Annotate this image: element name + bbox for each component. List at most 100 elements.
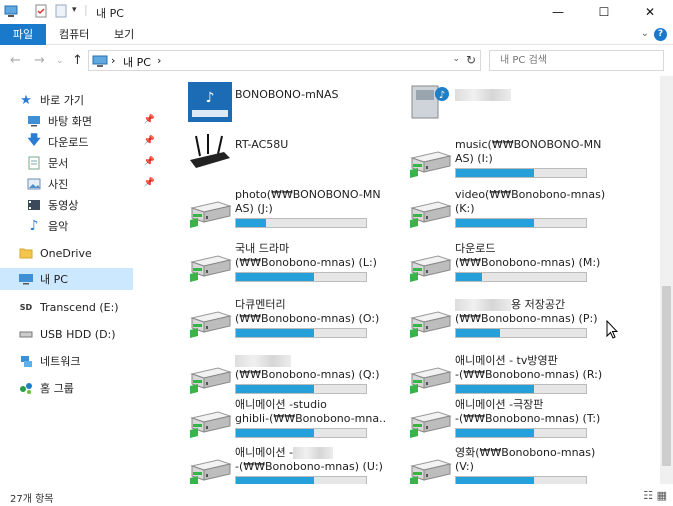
capacity-bar — [235, 476, 367, 484]
expand-ribbon-icon[interactable]: ⌄ — [641, 28, 649, 39]
nav-item-desktop[interactable]: 바탕 화면 📌 — [26, 110, 159, 132]
network-drive-item[interactable]: music(₩₩BONOBONO-MN AS) (I:) — [398, 130, 608, 180]
router-item[interactable]: RT-AC58U — [178, 130, 388, 180]
tab-view[interactable]: 보기 — [104, 24, 144, 45]
media-item[interactable]: ♪ — [398, 80, 608, 130]
pin-icon[interactable]: 📌 — [144, 178, 155, 188]
network-icon — [18, 353, 34, 369]
item-label: RT-AC58U — [235, 138, 387, 152]
nas-item[interactable]: ♪ BONOBONO-mNAS — [178, 80, 388, 130]
status-bar: 27개 항목 ☷ ▦ — [0, 484, 673, 506]
capacity-bar — [455, 218, 587, 228]
navigation-pane: ★ 바로 가기 바탕 화면 📌 🡇 다운로드 📌 문서 📌 사진 📌 동영상 ♪… — [0, 84, 170, 484]
mouse-cursor-icon — [606, 320, 618, 339]
nav-onedrive[interactable]: OneDrive — [18, 242, 151, 264]
item-label-line1: 애니메이션 - — [235, 446, 387, 460]
nav-usb-drive[interactable]: USB HDD (D:) — [18, 323, 151, 345]
network-drive-item[interactable]: 다큐멘터리 (₩₩Bonobono-mnas) (O:) — [178, 290, 388, 340]
item-label: 애니메이션 -극장판 -(₩₩Bonobono-mnas) (T:) — [455, 398, 607, 426]
nav-item-downloads[interactable]: 🡇 다운로드 📌 — [26, 131, 159, 153]
nav-label: USB HDD (D:) — [40, 327, 116, 341]
network-drive-item[interactable]: 애니메이션 -극장판 -(₩₩Bonobono-mnas) (T:) — [398, 390, 608, 440]
item-label-text: 국내 드라마 — [235, 242, 290, 255]
refresh-icon[interactable]: ↻ — [466, 53, 476, 67]
network-drive-icon — [188, 248, 232, 284]
item-label — [455, 88, 607, 102]
forward-arrow-icon[interactable]: → — [34, 53, 45, 68]
network-drive-item[interactable]: 영화(₩₩Bonobono-mnas) (V:) — [398, 438, 608, 484]
network-drive-item[interactable]: video(₩₩Bonobono-mnas) (K:) — [398, 180, 608, 230]
close-button[interactable]: ✕ — [627, 0, 673, 24]
pin-icon[interactable]: 📌 — [144, 136, 155, 146]
redacted-text — [455, 299, 511, 311]
new-folder-icon[interactable] — [54, 4, 68, 18]
item-label-line2: -(₩₩Bonobono-mnas) (R:) — [455, 368, 603, 381]
address-bar[interactable]: › 내 PC › ⌄ ↻ — [88, 50, 481, 71]
properties-icon[interactable] — [34, 4, 48, 18]
item-label-line1: video(₩₩Bonobono-mnas) — [455, 188, 607, 202]
network-drive-item[interactable]: 애니메이션 -studio ghibli-(₩₩Bonobono-mna... — [178, 390, 388, 440]
breadcrumb-separator[interactable]: › — [157, 54, 161, 67]
pin-icon[interactable]: 📌 — [144, 157, 155, 167]
pin-icon[interactable]: 📌 — [144, 115, 155, 125]
recent-locations-icon[interactable]: ⌄ — [56, 56, 64, 66]
minimize-button[interactable]: — — [535, 0, 581, 24]
network-drive-item[interactable]: 애니메이션 - tv방영판 -(₩₩Bonobono-mnas) (R:) — [398, 346, 608, 396]
capacity-bar-fill — [456, 219, 534, 227]
sd-card-icon: SD — [19, 302, 33, 312]
capacity-bar-fill — [456, 477, 534, 484]
view-toggle-icons[interactable]: ☷ ▦ — [643, 489, 667, 502]
item-label-line1: 다운로드 — [455, 242, 607, 256]
item-label: 애니메이션 - tv방영판 -(₩₩Bonobono-mnas) (R:) — [455, 354, 607, 382]
star-icon: ★ — [20, 92, 32, 108]
network-drive-item[interactable]: (₩₩Bonobono-mnas) (Q:) — [178, 346, 388, 396]
nav-this-pc[interactable]: 내 PC — [0, 268, 133, 290]
item-label: video(₩₩Bonobono-mnas) (K:) — [455, 188, 607, 216]
network-drive-item[interactable]: 애니메이션 - -(₩₩Bonobono-mnas) (U:) — [178, 438, 388, 484]
item-label-line1: BONOBONO-mNAS — [235, 88, 387, 102]
customize-quick-access-icon[interactable]: ▾ — [72, 5, 77, 15]
capacity-bar-fill — [236, 429, 314, 437]
nav-quick-access[interactable]: ★ 바로 가기 — [18, 89, 151, 111]
item-label-line1: 영화(₩₩Bonobono-mnas) — [455, 446, 607, 460]
capacity-bar — [455, 428, 587, 438]
item-label: 애니메이션 - -(₩₩Bonobono-mnas) (U:) — [235, 446, 387, 474]
item-label: 다큐멘터리 (₩₩Bonobono-mnas) (O:) — [235, 298, 387, 326]
up-arrow-icon[interactable]: ↑ — [72, 53, 83, 68]
network-drive-item[interactable]: 용 저장공간 (₩₩Bonobono-mnas) (P:) — [398, 290, 608, 340]
network-drive-item[interactable]: 국내 드라마 (₩₩Bonobono-mnas) (L:) — [178, 234, 388, 284]
address-dropdown-icon[interactable]: ⌄ — [452, 54, 460, 64]
nav-item-videos[interactable]: 동영상 — [26, 194, 159, 216]
nav-item-documents[interactable]: 문서 📌 — [26, 152, 159, 174]
computer-icon — [18, 271, 34, 287]
capacity-bar — [455, 168, 587, 178]
nav-item-pictures[interactable]: 사진 📌 — [26, 173, 159, 195]
item-label-line1: 애니메이션 - tv방영판 — [455, 354, 607, 368]
item-label-text: 애니메이션 -studio — [235, 398, 327, 411]
nav-label: 다운로드 — [48, 136, 89, 149]
nav-transcend-drive[interactable]: SD Transcend (E:) — [18, 296, 151, 318]
scrollbar-thumb[interactable] — [662, 286, 671, 466]
help-icon[interactable]: ? — [654, 28, 667, 41]
tab-computer[interactable]: 컴퓨터 — [49, 24, 99, 45]
media-server-icon: ♪ — [408, 82, 452, 119]
nav-homegroup[interactable]: 홈 그룹 — [18, 377, 151, 399]
search-box[interactable] — [489, 50, 664, 71]
maximize-button[interactable]: ☐ — [581, 0, 627, 24]
breadcrumb-this-pc[interactable]: 내 PC — [123, 54, 151, 70]
search-input[interactable] — [490, 51, 663, 70]
tab-file[interactable]: 파일 — [0, 24, 46, 45]
back-arrow-icon[interactable]: ← — [10, 53, 21, 68]
nav-network[interactable]: 네트워크 — [18, 350, 151, 372]
item-label-text: music(₩₩BONOBONO-MN — [455, 138, 602, 151]
vertical-scrollbar[interactable] — [660, 76, 673, 484]
network-drive-item[interactable]: photo(₩₩BONOBONO-MN AS) (J:) — [178, 180, 388, 230]
network-drive-item[interactable]: 다운로드 (₩₩Bonobono-mnas) (M:) — [398, 234, 608, 284]
item-label-text: BONOBONO-mNAS — [235, 88, 339, 101]
nav-item-music[interactable]: ♪ 음악 — [26, 215, 159, 237]
folder-icon — [18, 245, 34, 261]
item-label-line1: 애니메이션 -극장판 — [455, 398, 607, 412]
nav-label: 바탕 화면 — [48, 115, 92, 128]
item-label-line2: (₩₩Bonobono-mnas) (M:) — [455, 256, 601, 269]
item-label-line2: AS) (J:) — [235, 202, 273, 215]
